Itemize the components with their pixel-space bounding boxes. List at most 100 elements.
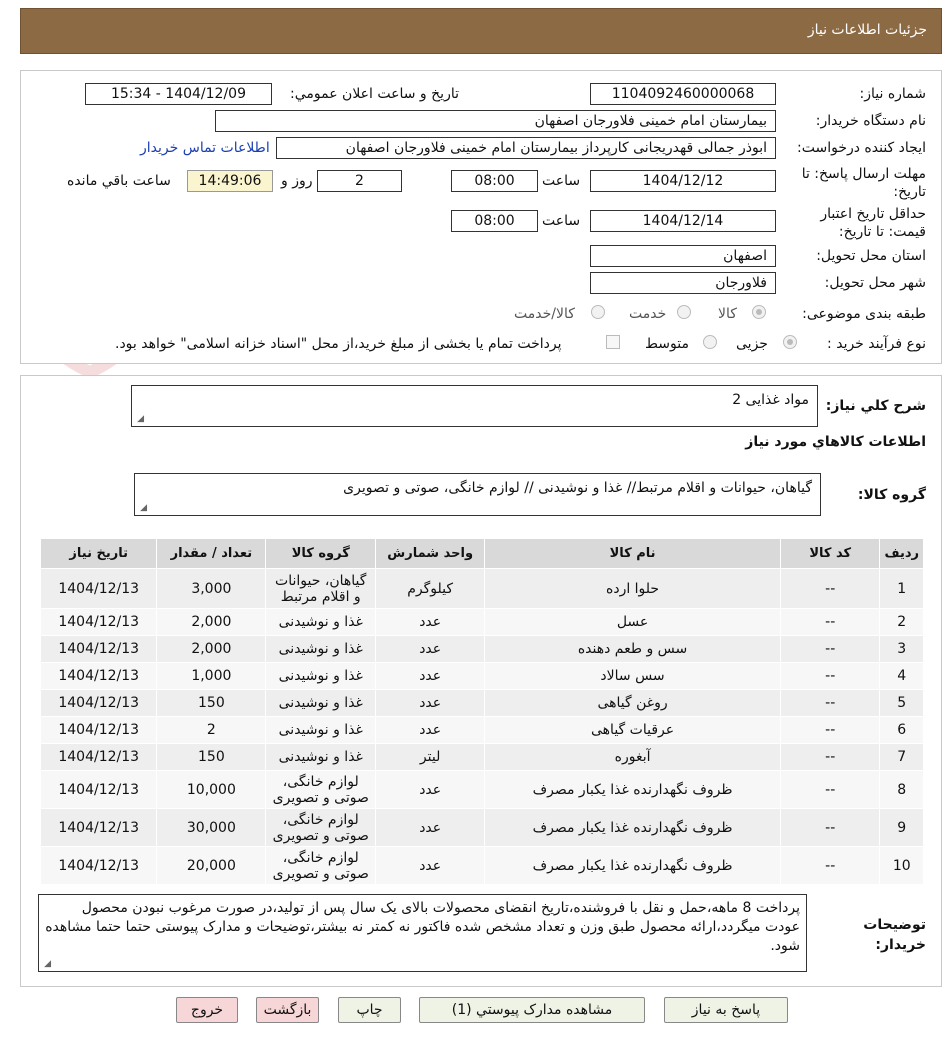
cell-name: عسل [484, 608, 781, 636]
deadline-time-label: ساعت [542, 173, 581, 189]
cell-unit: لیتر [375, 743, 486, 771]
cell-group: غذا و نوشیدنی [265, 662, 377, 690]
cell-qty: 30,000 [156, 808, 267, 847]
col-group: گروه کالا [265, 538, 377, 569]
cell-name: ظروف نگهدارنده غذا یکبار مصرف [484, 808, 781, 847]
cell-code: -- [779, 846, 881, 885]
province-field: اصفهان [590, 245, 776, 267]
treasury-checkbox[interactable] [606, 335, 620, 349]
cell-row: 10 [879, 846, 924, 885]
cell-unit: عدد [375, 662, 486, 690]
cell-name: حلوا ارده [484, 568, 781, 609]
category-label: طبقه بندی موضوعی: [802, 306, 926, 322]
cell-date: 1404/12/13 [39, 689, 158, 717]
col-row: رديف [879, 538, 924, 569]
cell-unit: عدد [375, 770, 486, 809]
cell-group: لوازم خانگی، صوتی و تصویری [265, 770, 377, 809]
cell-qty: 2,000 [156, 635, 267, 663]
cell-code: -- [779, 743, 881, 771]
cell-name: عرقیات گیاهی [484, 716, 781, 744]
days-field: 2 [317, 170, 402, 192]
cell-unit: عدد [375, 689, 486, 717]
group-text: گیاهان، حیوانات و اقلام مرتبط// غذا و نو… [343, 480, 812, 496]
print-button[interactable]: چاپ [338, 997, 401, 1023]
announce-label: تاریخ و ساعت اعلان عمومي: [290, 86, 459, 102]
col-name: نام کالا [484, 538, 781, 569]
notes-text: پرداخت 8 ماهه،حمل و نقل با فروشنده،تاریخ… [45, 900, 800, 954]
deadline-label: مهلت ارسال پاسخ: تا تاریخ: [801, 166, 926, 200]
table-row: 1 -- حلوا ارده کیلوگرم گیاهان، حیوانات و اقل… [39, 568, 924, 609]
cell-unit: کیلوگرم [375, 568, 486, 609]
cell-code: -- [779, 662, 881, 690]
cell-name: سس و طعم دهنده [484, 635, 781, 663]
resize-grip-icon[interactable]: ◢ [135, 415, 144, 424]
cell-name: ظروف نگهدارنده غذا یکبار مصرف [484, 770, 781, 809]
cell-qty: 150 [156, 743, 267, 771]
process-minor-radio[interactable] [783, 335, 797, 349]
cell-code: -- [779, 808, 881, 847]
cell-row: 1 [879, 568, 924, 609]
table-header-row: رديف کد کالا نام کالا واحد شمارش گروه کا… [39, 538, 924, 569]
creator-field: ابوذر جمالی قهدریجانی کارپرداز بیمارستان… [276, 137, 776, 159]
cell-code: -- [779, 689, 881, 717]
col-code: کد کالا [779, 538, 881, 569]
cell-name: آبغوره [484, 743, 781, 771]
back-button[interactable]: بازگشت [256, 997, 319, 1023]
cell-row: 9 [879, 808, 924, 847]
summary-text: مواد غذایی 2 [732, 392, 809, 408]
cell-date: 1404/12/13 [39, 662, 158, 690]
cell-group: غذا و نوشیدنی [265, 716, 377, 744]
process-medium-radio[interactable] [703, 335, 717, 349]
remaining-time-field: 14:49:06 [187, 170, 273, 192]
resize-grip-icon[interactable]: ◢ [42, 960, 51, 969]
creator-label: ايجاد كننده درخواست: [797, 140, 926, 156]
cell-group: غذا و نوشیدنی [265, 743, 377, 771]
cell-code: -- [779, 608, 881, 636]
cell-group: گیاهان، حیوانات و اقلام مرتبط [265, 568, 377, 609]
validity-label: حداقل تاريخ اعتبار قيمت: تا تاريخ: [820, 206, 926, 240]
cell-code: -- [779, 568, 881, 609]
category-goods-radio[interactable] [752, 305, 766, 319]
cell-qty: 150 [156, 689, 267, 717]
cell-unit: عدد [375, 635, 486, 663]
table-row: 8 -- ظروف نگهدارنده غذا یکبار مصرف عدد لوازم… [39, 770, 924, 809]
cell-group: لوازم خانگی، صوتی و تصویری [265, 846, 377, 885]
deadline-time-field: 08:00 [451, 170, 538, 192]
cell-code: -- [779, 635, 881, 663]
cell-unit: عدد [375, 808, 486, 847]
process-minor-label: جزیی [736, 336, 768, 352]
category-both-radio[interactable] [591, 305, 605, 319]
category-service-radio[interactable] [677, 305, 691, 319]
notes-textarea[interactable]: پرداخت 8 ماهه،حمل و نقل با فروشنده،تاریخ… [38, 894, 807, 972]
city-label: شهر محل تحويل: [824, 275, 926, 291]
goods-info-title: اطلاعات کالاهاي مورد نياز [745, 434, 926, 450]
table-row: 2 -- عسل عدد غذا و نوشیدنی 2,000 1404/12/13 [39, 608, 924, 636]
buyer-label: نام دستگاه خريدار: [815, 113, 926, 129]
buyer-contact-link[interactable]: اطلاعات تماس خريدار [140, 140, 270, 156]
cell-row: 3 [879, 635, 924, 663]
validity-time-label: ساعت [542, 213, 581, 229]
table-row: 5 -- روغن گیاهی عدد غذا و نوشیدنی 150 1404/12/… [39, 689, 924, 717]
need-number-label: شماره نیاز: [859, 86, 927, 102]
exit-button[interactable]: خروج [176, 997, 238, 1023]
city-field: فلاورجان [590, 272, 776, 294]
reply-button[interactable]: پاسخ به نیاز [664, 997, 788, 1023]
cell-group: غذا و نوشیدنی [265, 635, 377, 663]
table-row: 4 -- سس سالاد عدد غذا و نوشیدنی 1,000 1404/12/… [39, 662, 924, 690]
category-both-label: کالا/خدمت [514, 306, 575, 322]
attachments-button[interactable]: مشاهده مدارک پيوستي (1) [419, 997, 645, 1023]
resize-grip-icon[interactable]: ◢ [138, 504, 147, 513]
cell-name: روغن گیاهی [484, 689, 781, 717]
cell-qty: 3,000 [156, 568, 267, 609]
days-label: روز و [281, 173, 313, 189]
process-medium-label: متوسط [645, 336, 689, 352]
summary-textarea[interactable]: مواد غذایی 2 ◢ [131, 385, 818, 427]
cell-row: 5 [879, 689, 924, 717]
group-textarea[interactable]: گیاهان، حیوانات و اقلام مرتبط// غذا و نو… [134, 473, 821, 516]
cell-row: 2 [879, 608, 924, 636]
cell-code: -- [779, 716, 881, 744]
category-service-label: خدمت [629, 306, 667, 322]
table-row: 7 -- آبغوره لیتر غذا و نوشیدنی 150 1404/12/13 [39, 743, 924, 771]
cell-date: 1404/12/13 [39, 716, 158, 744]
cell-date: 1404/12/13 [39, 635, 158, 663]
